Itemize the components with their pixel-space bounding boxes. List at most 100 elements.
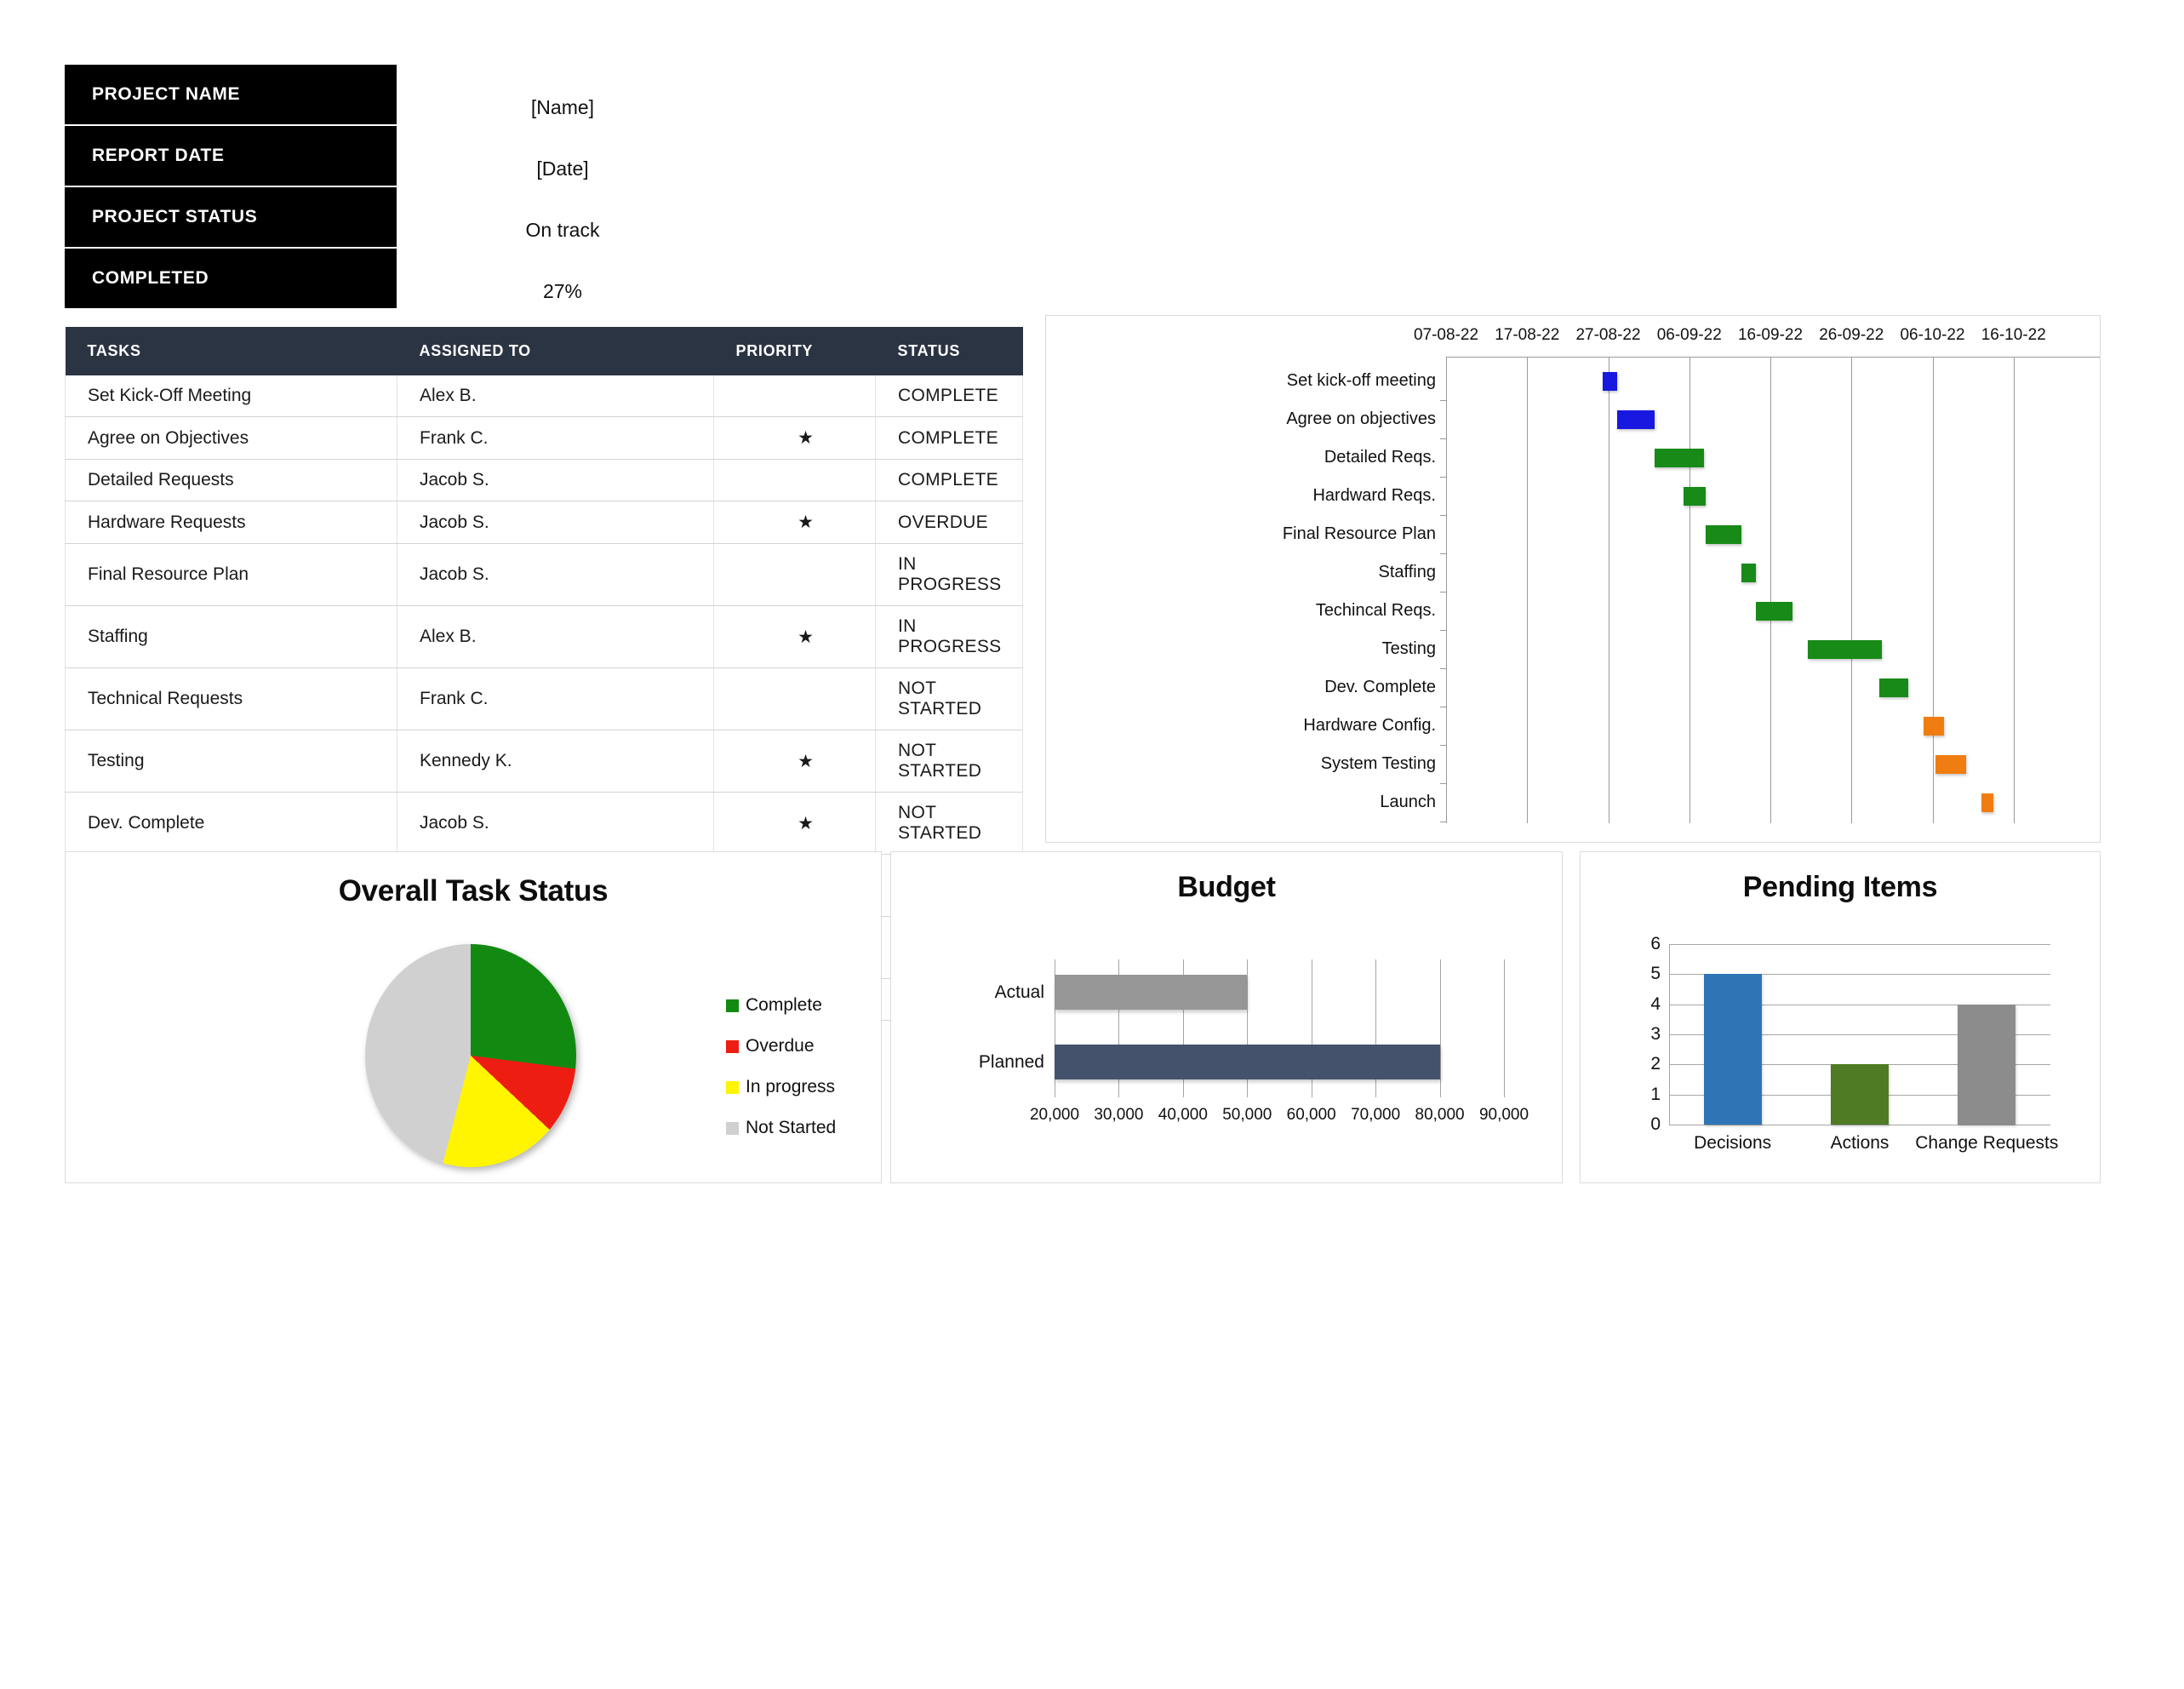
table-row[interactable]: Set Kick-Off Meeting Alex B. COMPLETE	[65, 375, 1023, 417]
assigned-to-cell: Alex B.	[397, 375, 714, 417]
pending-bar-change-requests[interactable]	[1958, 1004, 2016, 1125]
budget-x-tick-label: 70,000	[1351, 1106, 1401, 1124]
project-summary-block: PROJECT NAME [Name] REPORT DATE [Date] PROJE…	[65, 65, 729, 310]
priority-star-cell: ★	[713, 501, 876, 544]
gantt-task-label: Detailed Reqs.	[1324, 448, 1436, 467]
pie-chart	[365, 944, 576, 1167]
gantt-date-label: 06-10-22	[1900, 326, 1965, 344]
legend-swatch-in-progress	[726, 1080, 739, 1094]
gantt-bar[interactable]	[1935, 755, 1967, 774]
budget-gridline	[1504, 959, 1505, 1097]
pending-bar-decisions[interactable]	[1703, 974, 1762, 1125]
summary-row: PROJECT STATUS On track	[65, 187, 729, 247]
column-header-tasks[interactable]: TASKS	[65, 327, 397, 375]
status-badge: COMPLETE	[875, 416, 1023, 460]
priority-star-cell: ★	[713, 792, 876, 855]
gantt-bar[interactable]	[1756, 602, 1792, 621]
gantt-task-label: Dev. Complete	[1324, 678, 1436, 696]
gantt-bar[interactable]	[1683, 487, 1706, 506]
budget-x-tick-label: 40,000	[1158, 1106, 1208, 1124]
legend-item: Complete	[726, 995, 836, 1016]
gantt-plot-area: Set kick-off meeting Agree on objectives D…	[1046, 357, 2100, 823]
table-row[interactable]: Detailed Requests Jacob S. COMPLETE	[65, 459, 1023, 501]
summary-value: On track	[525, 219, 600, 241]
priority-star-cell	[713, 543, 876, 606]
legend-item: In progress	[726, 1077, 836, 1097]
legend-label: In progress	[746, 1077, 836, 1096]
gantt-row: Detailed Reqs.	[1046, 438, 2095, 478]
assigned-to-cell: Frank C.	[397, 416, 714, 460]
status-badge: NOT STARTED	[875, 792, 1023, 855]
gantt-bar[interactable]	[1923, 717, 1945, 736]
gantt-task-label: Agree on objectives	[1286, 409, 1436, 428]
table-row[interactable]: Agree on Objectives Frank C. ★ COMPLETE	[65, 416, 1023, 460]
status-badge: OVERDUE	[875, 501, 1023, 544]
summary-value: [Date]	[536, 157, 589, 180]
gantt-bar[interactable]	[1808, 640, 1883, 659]
gantt-row: Dev. Complete	[1046, 668, 2095, 707]
gantt-bar[interactable]	[1617, 410, 1655, 429]
gantt-row: Staffing	[1046, 553, 2095, 593]
pending-y-tick-label: 0	[1650, 1114, 1661, 1134]
tasks-table-header-row: TASKS ASSIGNED TO PRIORITY STATUS	[65, 327, 1023, 375]
gantt-bar[interactable]	[1879, 678, 1908, 697]
table-row[interactable]: Technical Requests Frank C. NOT STARTED	[65, 667, 1023, 730]
gantt-bar[interactable]	[1705, 525, 1742, 544]
summary-label: COMPLETED	[65, 249, 397, 308]
table-row[interactable]: Testing Kennedy K. ★ NOT STARTED	[65, 730, 1023, 793]
gantt-date-label: 26-09-22	[1819, 326, 1884, 344]
pending-category-label: Decisions	[1694, 1133, 1772, 1153]
gantt-task-label: Staffing	[1378, 563, 1436, 581]
assigned-to-cell: Jacob S.	[397, 459, 714, 501]
priority-star-cell	[713, 459, 876, 501]
summary-label: PROJECT STATUS	[65, 187, 397, 247]
assigned-to-cell: Jacob S.	[397, 543, 714, 606]
legend-label: Overdue	[746, 1036, 815, 1056]
gantt-row: Hardward Reqs.	[1046, 477, 2095, 516]
column-header-assigned-to[interactable]: ASSIGNED TO	[397, 327, 714, 375]
overall-task-status-panel: Overall Task Status Complete Overdue In pr…	[65, 851, 882, 1183]
budget-x-tick-label: 50,000	[1222, 1106, 1272, 1124]
table-row[interactable]: Dev. Complete Jacob S. ★ NOT STARTED	[65, 792, 1023, 855]
pending-gridline	[1669, 944, 2050, 945]
task-name-cell: Testing	[65, 730, 397, 793]
gantt-date-label: 06-09-22	[1656, 326, 1722, 344]
pending-bar-actions[interactable]	[1831, 1064, 1889, 1125]
budget-category-label: Actual	[994, 982, 1044, 1002]
task-name-cell: Agree on Objectives	[65, 416, 397, 460]
budget-x-tick-label: 90,000	[1478, 1106, 1529, 1124]
pending-y-tick-label: 3	[1650, 1024, 1661, 1044]
pending-y-tick-label: 5	[1650, 964, 1661, 984]
gantt-bar[interactable]	[1655, 449, 1705, 467]
gantt-task-label: Set kick-off meeting	[1286, 371, 1436, 390]
budget-gridline	[1439, 959, 1441, 1097]
pie-shape	[365, 944, 576, 1167]
budget-bar-planned[interactable]: Planned	[979, 1045, 1440, 1079]
table-row[interactable]: Staffing Alex B. ★ IN PROGRESS	[65, 605, 1023, 668]
task-name-cell: Final Resource Plan	[65, 543, 397, 606]
gantt-row: Final Resource Plan	[1046, 515, 2095, 554]
table-row[interactable]: Final Resource Plan Jacob S. IN PROGRESS	[65, 543, 1023, 606]
gantt-row: System Testing	[1046, 745, 2095, 784]
column-header-status[interactable]: STATUS	[875, 327, 1023, 375]
gantt-task-label: System Testing	[1320, 754, 1436, 773]
gantt-bar[interactable]	[1603, 372, 1618, 391]
priority-star-cell	[713, 667, 876, 730]
column-header-priority[interactable]: PRIORITY	[713, 327, 876, 375]
pending-category-label: Change Requests	[1915, 1133, 2059, 1153]
legend-swatch-complete	[726, 999, 739, 1012]
gantt-bar[interactable]	[1981, 793, 1994, 812]
gantt-bar[interactable]	[1741, 564, 1757, 582]
overall-task-status-title: Overall Task Status	[338, 874, 609, 907]
budget-bar-actual[interactable]: Actual	[995, 975, 1248, 1010]
gantt-row: Launch	[1046, 783, 2095, 822]
pending-items-plot-area: 0 1 2 3 4 5 6 Decisions Actions Change Requests	[1650, 934, 2058, 1153]
task-name-cell: Detailed Requests	[65, 459, 397, 501]
summary-label: PROJECT NAME	[65, 65, 397, 124]
table-row[interactable]: Hardware Requests Jacob S. ★ OVERDUE	[65, 501, 1023, 544]
assigned-to-cell: Jacob S.	[397, 501, 714, 544]
task-name-cell: Technical Requests	[65, 667, 397, 730]
priority-star-cell: ★	[713, 605, 876, 668]
gantt-row: Testing	[1046, 630, 2095, 669]
task-name-cell: Hardware Requests	[65, 501, 397, 544]
